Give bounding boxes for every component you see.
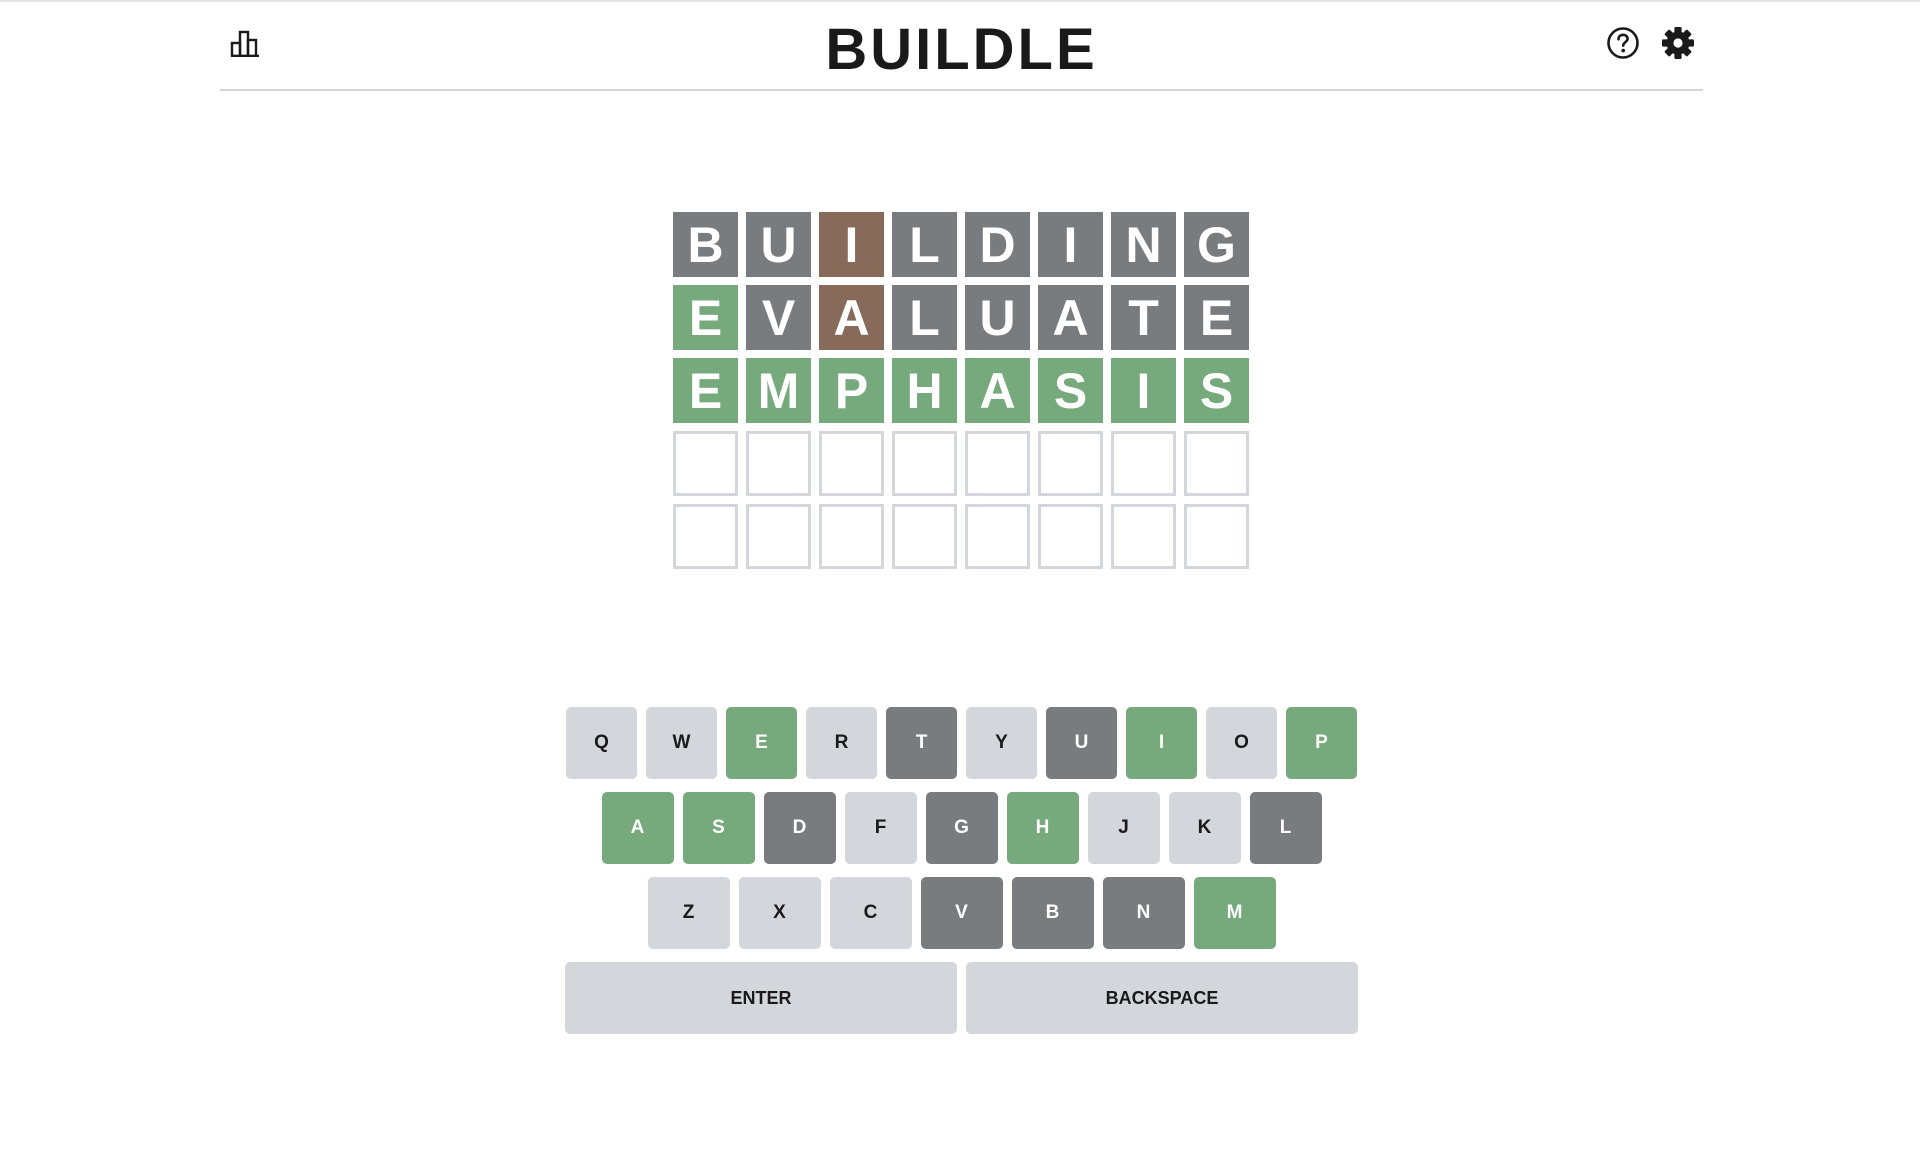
board-tile (1038, 431, 1103, 496)
board-tile: L (892, 285, 957, 350)
board-tile: U (965, 285, 1030, 350)
key-f[interactable]: F (844, 792, 917, 864)
keyboard-row-3: ZXCVBNM (565, 877, 1358, 949)
keyboard-row-1: QWERTYUIOP (565, 707, 1358, 779)
board-tile: G (1184, 212, 1249, 277)
board-tile (965, 504, 1030, 569)
board-tile (1184, 504, 1249, 569)
enter-key[interactable]: ENTER (565, 962, 957, 1034)
key-x[interactable]: X (738, 877, 821, 949)
key-g[interactable]: G (925, 792, 998, 864)
board-tile: S (1184, 358, 1249, 423)
settings-button[interactable] (1658, 23, 1698, 63)
backspace-key[interactable]: BACKSPACE (966, 962, 1358, 1034)
key-z[interactable]: Z (647, 877, 730, 949)
board-row: BUILDING (673, 212, 1249, 277)
key-i[interactable]: I (1126, 707, 1197, 779)
board-row (673, 504, 1249, 569)
key-s[interactable]: S (682, 792, 755, 864)
key-t[interactable]: T (886, 707, 957, 779)
board-tile: S (1038, 358, 1103, 423)
board-row: EVALUATE (673, 285, 1249, 350)
board-tile: N (1111, 212, 1176, 277)
board-tile: A (1038, 285, 1103, 350)
keyboard-row-2: ASDFGHJKL (565, 792, 1358, 864)
key-k[interactable]: K (1168, 792, 1241, 864)
board-tile (673, 431, 738, 496)
key-d[interactable]: D (763, 792, 836, 864)
board-tile: E (673, 358, 738, 423)
key-o[interactable]: O (1206, 707, 1277, 779)
board-tile: P (819, 358, 884, 423)
board-tile: D (965, 212, 1030, 277)
game-board: BUILDINGEVALUATEEMPHASIS (673, 212, 1249, 569)
board-tile (1111, 431, 1176, 496)
keyboard-row-4: ENTER BACKSPACE (565, 962, 1358, 1034)
board-tile: E (1184, 285, 1249, 350)
board-tile: A (819, 285, 884, 350)
board-tile: T (1111, 285, 1176, 350)
board-tile: M (746, 358, 811, 423)
key-q[interactable]: Q (566, 707, 637, 779)
board-tile (892, 504, 957, 569)
board-tile: I (1111, 358, 1176, 423)
board-tile (746, 431, 811, 496)
board-tile: I (819, 212, 884, 277)
board-tile: H (892, 358, 957, 423)
key-n[interactable]: N (1102, 877, 1185, 949)
board-tile (1111, 504, 1176, 569)
board-tile (1038, 504, 1103, 569)
on-screen-keyboard: QWERTYUIOP ASDFGHJKL ZXCVBNM ENTER BACKS… (565, 707, 1358, 1047)
key-h[interactable]: H (1006, 792, 1079, 864)
board-tile: V (746, 285, 811, 350)
board-row (673, 431, 1249, 496)
board-tile (1184, 431, 1249, 496)
key-b[interactable]: B (1011, 877, 1094, 949)
key-a[interactable]: A (601, 792, 674, 864)
board-row: EMPHASIS (673, 358, 1249, 423)
key-u[interactable]: U (1046, 707, 1117, 779)
question-circle-icon (1607, 27, 1639, 59)
board-tile (819, 431, 884, 496)
board-tile: L (892, 212, 957, 277)
app-header: BUILDLE (220, 2, 1703, 91)
board-tile (965, 431, 1030, 496)
key-e[interactable]: E (726, 707, 797, 779)
key-y[interactable]: Y (966, 707, 1037, 779)
key-w[interactable]: W (646, 707, 717, 779)
key-j[interactable]: J (1087, 792, 1160, 864)
board-tile: A (965, 358, 1030, 423)
board-tile (892, 431, 957, 496)
key-c[interactable]: C (829, 877, 912, 949)
game-title: BUILDLE (825, 17, 1098, 82)
key-v[interactable]: V (920, 877, 1003, 949)
key-r[interactable]: R (806, 707, 877, 779)
gear-icon (1662, 27, 1694, 59)
board-tile: B (673, 212, 738, 277)
board-tile: E (673, 285, 738, 350)
key-l[interactable]: L (1249, 792, 1322, 864)
key-p[interactable]: P (1286, 707, 1357, 779)
board-tile (673, 504, 738, 569)
board-tile: I (1038, 212, 1103, 277)
board-tile: U (746, 212, 811, 277)
board-tile (746, 504, 811, 569)
help-button[interactable] (1603, 23, 1643, 63)
board-tile (819, 504, 884, 569)
key-m[interactable]: M (1193, 877, 1276, 949)
